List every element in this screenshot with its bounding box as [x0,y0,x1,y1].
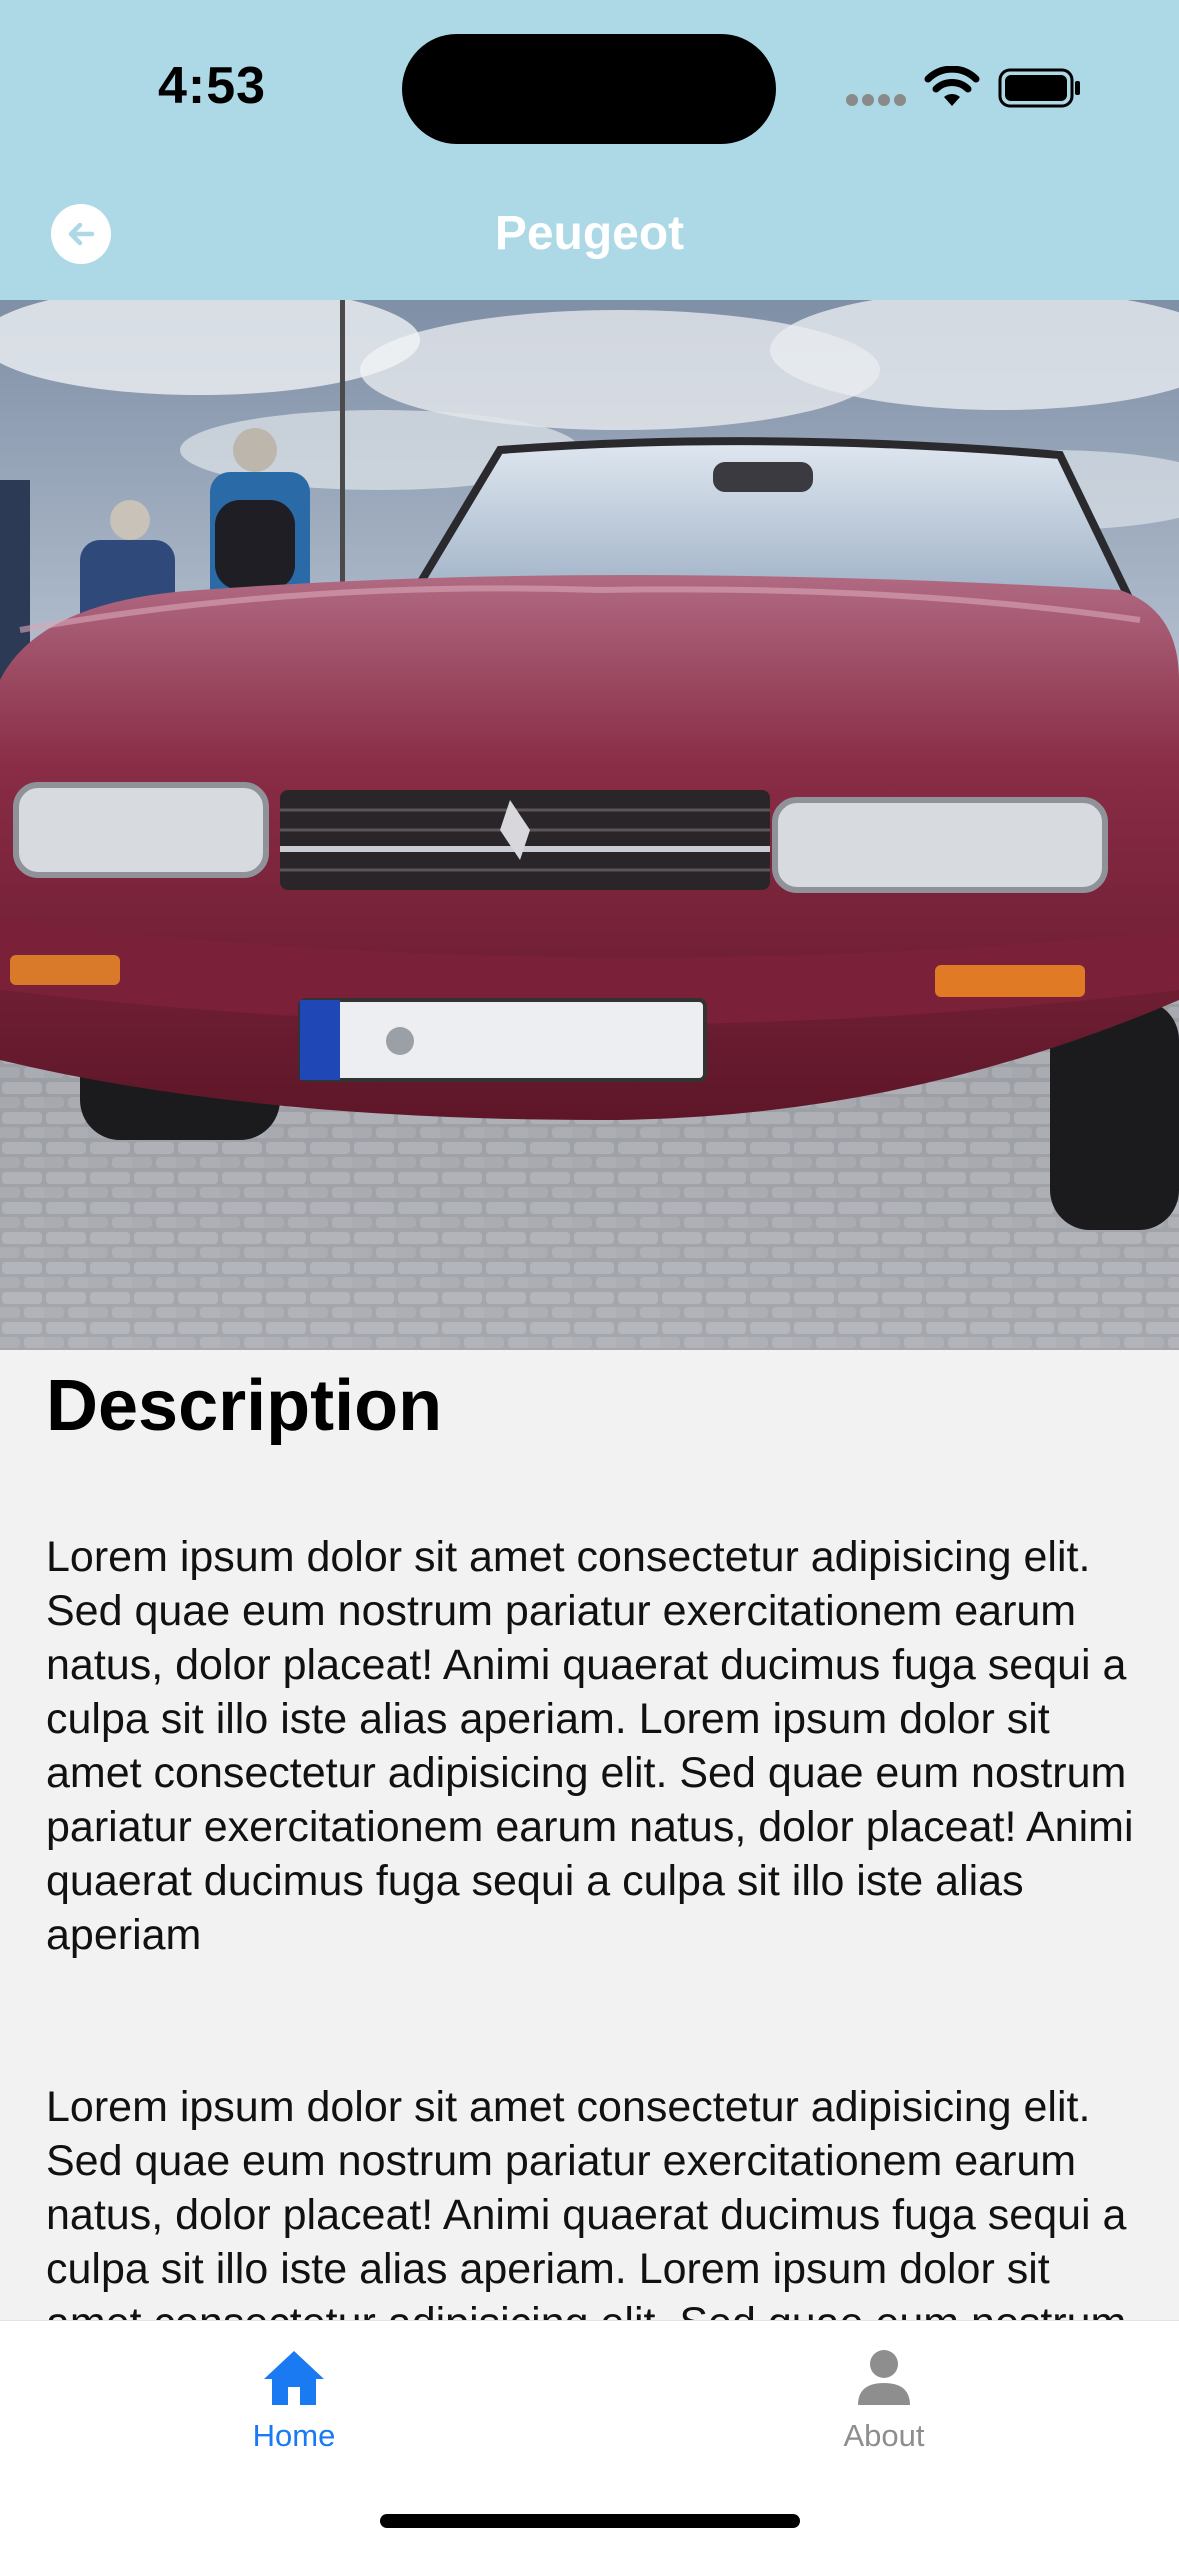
description-heading: Description [46,1366,443,1446]
car-photo [0,300,1179,1350]
tab-label-about: About [843,2418,925,2453]
description-paragraph: Lorem ipsum dolor sit amet consectetur a… [46,1532,1134,1959]
page-title: Peugeot [494,207,685,260]
description-section: Description Lorem ipsum dolor sit amet c… [46,1350,1146,2320]
status-time: 4:53 [158,57,267,115]
dynamic-island [402,34,776,144]
tab-home[interactable]: Home [144,2347,444,2454]
description-paragraph: Lorem ipsum dolor sit amet consectetur a… [46,2082,1127,2320]
tab-about[interactable]: About [734,2347,1034,2454]
person-icon [858,2350,910,2405]
battery-icon [998,68,1080,108]
wifi-icon [924,66,980,106]
home-indicator [380,2514,800,2528]
home-icon [264,2351,324,2405]
app-header: 4:53 Peugeot [0,0,1179,300]
tab-label-home: Home [252,2418,336,2453]
